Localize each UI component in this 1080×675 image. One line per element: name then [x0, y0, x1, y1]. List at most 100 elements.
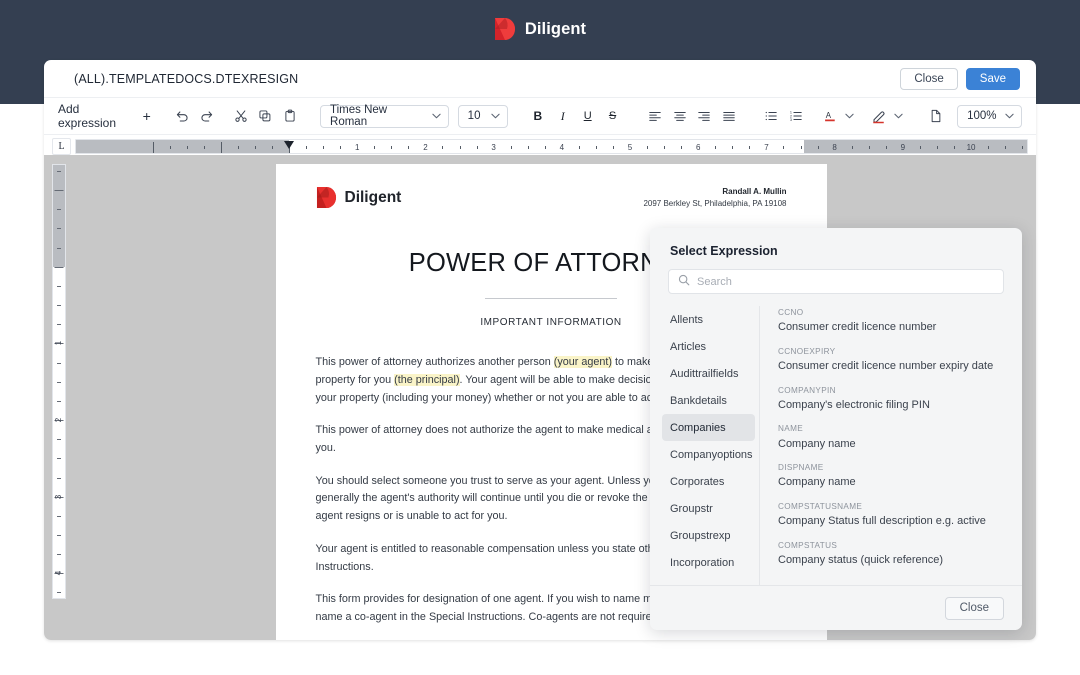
expression-item[interactable]: DISPNAME Company name	[778, 461, 1006, 500]
add-expression-button[interactable]: Add expression +	[58, 102, 160, 130]
ruler-tick	[510, 146, 512, 149]
ruler-tick	[988, 146, 990, 149]
vruler-tick	[57, 247, 61, 249]
ruler-tick	[408, 146, 410, 149]
search-input[interactable]	[697, 275, 994, 288]
category-list[interactable]: Allents Articles Audittrailfields Bankdetai…	[650, 306, 760, 585]
panel-close-button[interactable]: Close	[944, 596, 1004, 620]
ruler-number: 9	[898, 142, 908, 153]
ruler-number: 6	[693, 142, 703, 153]
expression-code: DISPNAME	[778, 463, 824, 473]
ruler-tick	[851, 146, 853, 149]
bold-button[interactable]: B	[525, 103, 550, 129]
recipient-address: 2097 Berkley St, Philadelphia, PA 19108	[643, 198, 787, 208]
font-size-select[interactable]: 10	[457, 104, 509, 128]
ruler-tick	[817, 146, 819, 149]
align-justify-icon[interactable]	[717, 103, 742, 129]
paragraph-text: property for you	[315, 373, 395, 386]
highlighter-icon[interactable]	[866, 103, 891, 129]
vruler-tick	[57, 324, 61, 326]
save-button[interactable]: Save	[965, 67, 1020, 90]
category-item[interactable]: Individuals	[662, 576, 755, 586]
ruler-tick	[544, 146, 546, 149]
expression-list[interactable]: CCNO Consumer credit licence number CCNOEX…	[760, 306, 1022, 585]
expression-item[interactable]: COMPANYPIN Company's electronic filing PI…	[778, 384, 1006, 423]
panel-title: Select Expression	[670, 244, 778, 258]
ruler-tick	[374, 146, 376, 149]
search-box[interactable]	[668, 269, 1004, 294]
expression-item[interactable]: COMPSTATUSNAME Company Status full descri…	[778, 500, 1006, 539]
font-family-select[interactable]: Times New Roman	[320, 104, 450, 128]
ruler-number: 4	[557, 142, 567, 153]
vruler-tick	[57, 170, 61, 172]
strikethrough-button[interactable]: S	[600, 103, 625, 129]
expression-description: Company status (quick reference)	[778, 554, 944, 567]
expression-highlight[interactable]: (your agent)	[553, 356, 612, 369]
vruler-tick	[57, 439, 61, 441]
align-left-icon[interactable]	[642, 103, 667, 129]
font-color-icon[interactable]: A	[817, 103, 842, 129]
expression-code: CCNO	[778, 308, 804, 317]
ruler-tick	[936, 146, 938, 149]
svg-text:A: A	[826, 111, 832, 120]
ruler-tick	[664, 146, 666, 149]
paragraph-text: agent resigns or is unable to act for yo…	[315, 510, 508, 523]
category-label: Groupstrexp	[670, 529, 731, 542]
category-item[interactable]: Articles	[662, 333, 755, 360]
close-button[interactable]: Close	[900, 67, 958, 90]
redo-icon[interactable]	[195, 103, 220, 129]
category-item[interactable]: Companyoptions	[662, 441, 755, 468]
category-item[interactable]: Allents	[662, 306, 755, 333]
align-center-icon[interactable]	[667, 103, 692, 129]
vruler-tick	[57, 362, 61, 364]
category-item[interactable]: Companies	[662, 414, 755, 441]
horizontal-ruler[interactable]: 1 2 3 4 5 6 7 8 9 10	[75, 139, 1028, 154]
document-header: Diligent Randall A. Mullin 2097 Berkley …	[316, 186, 787, 209]
page-setup-icon[interactable]	[924, 103, 949, 129]
category-item[interactable]: Groupstr	[662, 495, 755, 522]
cut-icon[interactable]	[228, 103, 253, 129]
font-color-chevron-icon[interactable]	[842, 103, 857, 129]
expression-description: Company's electronic filing PIN	[778, 398, 930, 411]
select-expression-panel: Select Expression Allents Articles Audittr…	[650, 228, 1022, 630]
vruler-tick	[54, 266, 64, 268]
ruler-tick	[203, 146, 205, 149]
zoom-select[interactable]: 100%	[957, 104, 1023, 128]
expression-item[interactable]: CCNO Consumer credit licence number	[778, 306, 1006, 345]
underline-button[interactable]: U	[575, 103, 600, 129]
ruler-tick	[476, 146, 478, 149]
vruler-tick	[57, 592, 61, 594]
italic-button[interactable]: I	[550, 103, 575, 129]
vertical-ruler[interactable]: 1 2 3 4	[52, 164, 66, 599]
vruler-tick	[57, 554, 61, 556]
expression-description: Company name	[778, 437, 856, 450]
ruler-tick	[1022, 146, 1024, 149]
category-label: Audittrailfields	[670, 367, 739, 380]
align-right-icon[interactable]	[692, 103, 717, 129]
category-item[interactable]: Corporates	[662, 468, 755, 495]
title-divider	[485, 298, 617, 300]
category-item[interactable]: Groupstrexp	[662, 522, 755, 549]
category-label: Companyoptions	[670, 448, 753, 461]
category-item[interactable]: Incorporation	[662, 549, 755, 576]
ruler-tick	[885, 146, 887, 149]
expression-item[interactable]: CCNOEXPIRY Consumer credit licence number…	[778, 345, 1006, 384]
bullet-list-icon[interactable]	[759, 103, 784, 129]
category-item[interactable]: Bankdetails	[662, 387, 755, 414]
category-item[interactable]: Audittrailfields	[662, 360, 755, 387]
ruler-indent-marker[interactable]	[284, 141, 295, 149]
ruler-tick	[953, 146, 955, 149]
copy-icon[interactable]	[253, 103, 278, 129]
expression-highlight[interactable]: (the principal)	[394, 373, 460, 386]
vruler-number: 3	[54, 494, 63, 499]
undo-icon[interactable]	[170, 103, 195, 129]
highlighter-chevron-icon[interactable]	[891, 103, 906, 129]
tab-selector[interactable]: L	[52, 138, 71, 155]
expression-item[interactable]: COMPSTATUS Company status (quick referenc…	[778, 539, 1006, 578]
search-icon	[678, 273, 690, 291]
vruler-tick	[57, 477, 61, 479]
numbered-list-icon[interactable]: 123	[784, 103, 809, 129]
expression-item[interactable]: NAME Company name	[778, 422, 1006, 461]
ruler-tick	[527, 146, 529, 149]
paste-icon[interactable]	[278, 103, 303, 129]
